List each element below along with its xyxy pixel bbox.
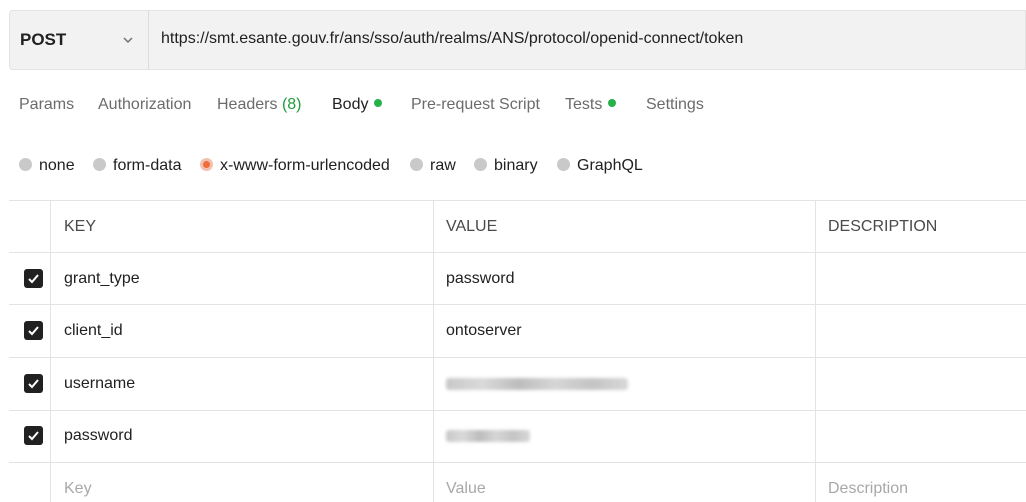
row-checkbox[interactable]: [24, 321, 43, 340]
method-label: POST: [20, 30, 67, 49]
radio-circle-icon: [557, 158, 570, 171]
radio-raw[interactable]: raw: [410, 157, 456, 175]
tab-params[interactable]: Params: [19, 96, 74, 114]
headers-count-badge: (8): [281, 96, 302, 113]
radio-none[interactable]: none: [19, 157, 75, 175]
table-divider: [9, 410, 1026, 411]
new-value-input[interactable]: Value: [446, 480, 486, 498]
new-key-input[interactable]: Key: [64, 480, 92, 498]
method-select[interactable]: POST: [10, 11, 148, 69]
row-key-password[interactable]: password: [64, 427, 132, 445]
body-type-options: none form-data x-www-form-urlencoded raw…: [0, 157, 1026, 179]
radio-x-www-form-urlencoded[interactable]: x-www-form-urlencoded: [200, 157, 390, 175]
radio-binary[interactable]: binary: [474, 157, 538, 175]
table-divider: [9, 252, 1026, 253]
row-key-grant-type[interactable]: grant_type: [64, 270, 140, 288]
radio-binary-label: binary: [494, 157, 538, 174]
request-bar: POST https://smt.esante.gouv.fr/ans/sso/…: [9, 10, 1026, 70]
row-value-client-id[interactable]: ontoserver: [446, 322, 522, 340]
radio-circle-icon: [19, 158, 32, 171]
tab-pre-request-script[interactable]: Pre-request Script: [411, 96, 540, 114]
column-header-key: KEY: [64, 218, 97, 235]
table-divider: [9, 462, 1026, 463]
radio-selected-icon: [200, 158, 213, 171]
radio-form-data[interactable]: form-data: [93, 157, 181, 175]
checkmark-icon: [28, 431, 39, 441]
row-checkbox[interactable]: [24, 426, 43, 445]
row-checkbox[interactable]: [24, 269, 43, 288]
checkmark-icon: [28, 379, 39, 389]
table-column-divider: [433, 200, 434, 502]
row-key-client-id[interactable]: client_id: [64, 322, 123, 340]
table-column-divider: [50, 200, 51, 502]
tab-settings[interactable]: Settings: [646, 96, 704, 114]
tab-body[interactable]: Body: [332, 96, 383, 114]
url-separator: [148, 11, 149, 69]
redacted-password-value[interactable]: [446, 430, 530, 442]
tab-headers-label: Headers: [217, 96, 278, 113]
radio-urlencoded-label: x-www-form-urlencoded: [220, 157, 390, 174]
radio-graphql[interactable]: GraphQL: [557, 157, 643, 175]
url-input[interactable]: https://smt.esante.gouv.fr/ans/sso/auth/…: [161, 30, 743, 48]
table-divider: [9, 357, 1026, 358]
table-column-divider: [815, 200, 816, 502]
radio-circle-icon: [474, 158, 487, 171]
radio-circle-icon: [410, 158, 423, 171]
radio-graphql-label: GraphQL: [577, 157, 643, 174]
new-description-input[interactable]: Description: [828, 480, 908, 498]
body-active-dot-icon: [374, 99, 383, 107]
tab-tests[interactable]: Tests: [565, 96, 617, 114]
column-header-value: VALUE: [446, 218, 498, 235]
radio-none-label: none: [39, 157, 75, 174]
row-checkbox[interactable]: [24, 374, 43, 393]
table-divider: [9, 200, 1026, 201]
request-tabs: Params Authorization Headers (8) Body Pr…: [0, 96, 1026, 124]
row-value-grant-type[interactable]: password: [446, 270, 514, 288]
chevron-down-icon: [122, 33, 134, 51]
radio-form-data-label: form-data: [113, 157, 182, 174]
tab-tests-label: Tests: [565, 96, 603, 113]
tab-headers[interactable]: Headers (8): [217, 96, 302, 114]
checkmark-icon: [28, 274, 39, 284]
table-divider: [9, 304, 1026, 305]
radio-circle-icon: [93, 158, 106, 171]
redacted-username-value[interactable]: [446, 378, 628, 390]
radio-raw-label: raw: [430, 157, 456, 174]
tab-authorization[interactable]: Authorization: [98, 96, 191, 114]
checkmark-icon: [28, 326, 39, 336]
row-key-username[interactable]: username: [64, 375, 135, 393]
tests-active-dot-icon: [608, 99, 617, 107]
tab-body-label: Body: [332, 96, 369, 113]
column-header-description: DESCRIPTION: [828, 218, 938, 235]
params-table: KEY VALUE DESCRIPTION grant_type passwor…: [9, 200, 1026, 502]
